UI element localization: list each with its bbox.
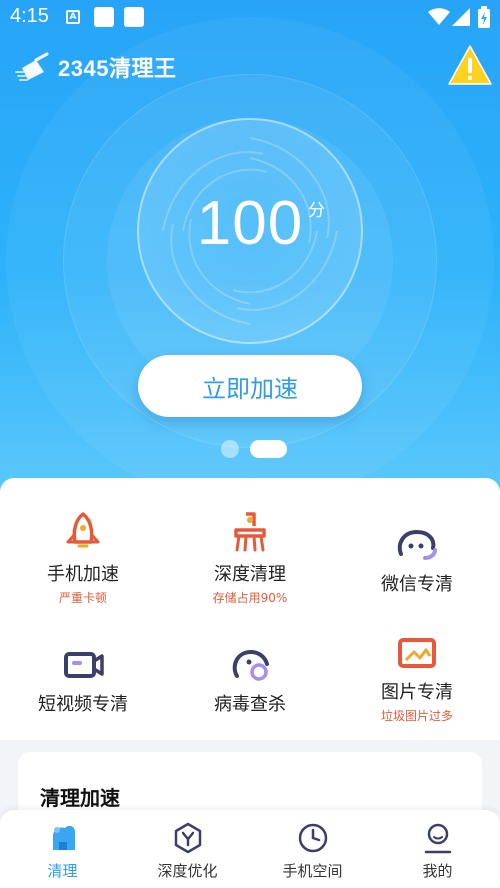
app-title: 2345清理王 <box>58 56 177 81</box>
tab-label: 我的 <box>422 862 453 880</box>
rocket-icon <box>66 512 100 548</box>
tab-deep-optimize[interactable]: 深度优化 <box>125 822 250 881</box>
boost-button[interactable]: 立即加速 <box>138 355 362 417</box>
card-title: 清理加速 <box>40 786 120 810</box>
tab-label: 手机空间 <box>282 862 343 880</box>
notification-icon <box>94 7 114 27</box>
status-bar: 4:15 A <box>0 0 500 34</box>
status-time: 4:15 <box>10 5 49 27</box>
tool-label: 病毒查杀 <box>214 694 286 715</box>
page-indicator-dot-active[interactable] <box>250 440 287 458</box>
tool-label: 短视频专清 <box>38 694 128 715</box>
page-indicator-dot[interactable] <box>221 440 239 458</box>
warning-icon[interactable] <box>448 44 492 86</box>
hexagon-y-icon <box>174 822 201 854</box>
tool-phone-boost[interactable]: 手机加速 严重卡顿 <box>0 510 166 606</box>
user-icon <box>424 823 451 854</box>
broom-logo-icon <box>15 52 49 81</box>
score-value: 100 <box>196 189 304 258</box>
tool-deep-clean[interactable]: 深度清理 存储占用90% <box>167 510 333 606</box>
tab-mine[interactable]: 我的 <box>375 822 500 881</box>
bottom-tab-bar: 清理 深度优化 手机空间 我的 <box>0 810 500 888</box>
brush-clean-icon <box>234 512 266 552</box>
photo-icon <box>398 638 436 668</box>
tab-clean[interactable]: 清理 <box>0 822 125 881</box>
virus-shield-icon <box>232 649 269 681</box>
app-header: 2345清理王 <box>14 50 176 84</box>
notification-icon <box>124 7 144 27</box>
score-unit: 分 <box>308 201 325 221</box>
tool-photo-clean[interactable]: 图片专清 垃圾图片过多 <box>334 636 500 724</box>
signal-icon <box>452 8 470 26</box>
hero-section: 4:15 A 2345清理王 100 分 立即加速 <box>0 0 500 500</box>
tool-status: 垃圾图片过多 <box>380 709 453 723</box>
clock-icon <box>298 823 327 853</box>
broom-tab-icon <box>52 825 75 850</box>
battery-icon <box>478 6 490 28</box>
keyboard-a-icon: A <box>66 10 80 24</box>
tab-label: 清理 <box>47 862 78 880</box>
wifi-icon <box>428 8 450 25</box>
tab-label: 深度优化 <box>157 862 218 880</box>
tool-label: 图片专清 <box>381 682 453 703</box>
tool-wechat-clean[interactable]: 微信专清 <box>334 528 500 596</box>
tool-label: 微信专清 <box>381 574 453 595</box>
tool-short-video-clean[interactable]: 短视频专清 <box>0 648 166 716</box>
tool-virus-scan[interactable]: 病毒查杀 <box>167 648 333 716</box>
tools-grid: 手机加速 严重卡顿 深度清理 存储占用90% 微信专清 短视频专清 病毒查杀 图… <box>0 478 500 740</box>
chat-bubble-icon <box>397 529 437 560</box>
score-display: 100 分 <box>0 188 500 259</box>
tool-status: 严重卡顿 <box>58 591 107 605</box>
video-icon <box>64 652 104 678</box>
tab-phone-space[interactable]: 手机空间 <box>250 822 375 881</box>
tool-status: 存储占用90% <box>212 591 288 605</box>
tool-label: 手机加速 <box>47 564 119 585</box>
tool-label: 深度清理 <box>214 564 286 585</box>
